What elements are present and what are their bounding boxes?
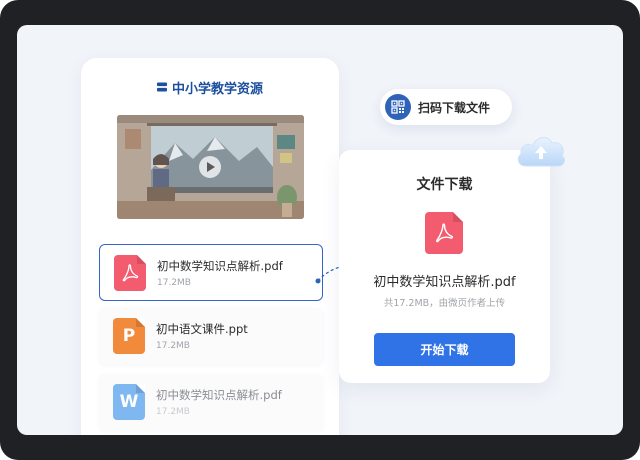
file-name: 初中数学知识点解析.pdf xyxy=(156,388,282,402)
pdf-icon xyxy=(114,255,146,291)
download-file-meta: 共17.2MB，由微页作者上传 xyxy=(383,298,506,309)
file-item-chinese-ppt[interactable]: P 初中语文课件.ppt 17.2MB xyxy=(99,308,323,365)
download-card: 文件下载 初中数学知识点解析.pdf 共17.2MB，由微页作者上传 开始下载 xyxy=(339,150,550,383)
word-glyph: W xyxy=(119,392,139,412)
brand-name: 中小学教学资源 xyxy=(171,81,263,97)
stack-logo-icon xyxy=(156,82,167,92)
file-size: 17.2MB xyxy=(156,407,190,417)
file-name: 初中语文课件.ppt xyxy=(156,322,248,336)
resource-phone-card: 中小学教学资源 初中数学知识点解析.pdf 17.2MB P 初中语文课件.pp… xyxy=(81,58,339,435)
qr-code-icon xyxy=(385,94,411,120)
file-size: 17.2MB xyxy=(157,278,191,288)
ppt-icon: P xyxy=(113,318,145,354)
lesson-video-thumbnail[interactable] xyxy=(117,115,304,219)
pdf-icon xyxy=(425,212,463,254)
word-icon: W xyxy=(113,384,145,420)
download-file-name: 初中数学知识点解析.pdf xyxy=(373,275,516,290)
ppt-glyph: P xyxy=(122,326,136,346)
screen: 中小学教学资源 初中数学知识点解析.pdf 17.2MB P 初中语文课件.pp… xyxy=(17,25,623,435)
scan-download-pill[interactable]: 扫码下载文件 xyxy=(380,89,512,125)
play-icon[interactable] xyxy=(199,156,221,178)
start-download-button[interactable]: 开始下载 xyxy=(374,333,515,366)
file-name: 初中数学知识点解析.pdf xyxy=(157,259,283,273)
brand-header: 中小学教学资源 xyxy=(81,78,339,97)
file-item-math-pdf[interactable]: 初中数学知识点解析.pdf 17.2MB xyxy=(99,244,323,301)
device-frame: 中小学教学资源 初中数学知识点解析.pdf 17.2MB P 初中语文课件.pp… xyxy=(0,0,640,460)
download-card-title: 文件下载 xyxy=(416,177,473,193)
file-item-math-doc[interactable]: W 初中数学知识点解析.pdf 17.2MB xyxy=(99,374,323,431)
cloud-upload-icon xyxy=(517,137,566,167)
scan-download-label: 扫码下载文件 xyxy=(418,101,491,115)
file-size: 17.2MB xyxy=(156,341,190,351)
